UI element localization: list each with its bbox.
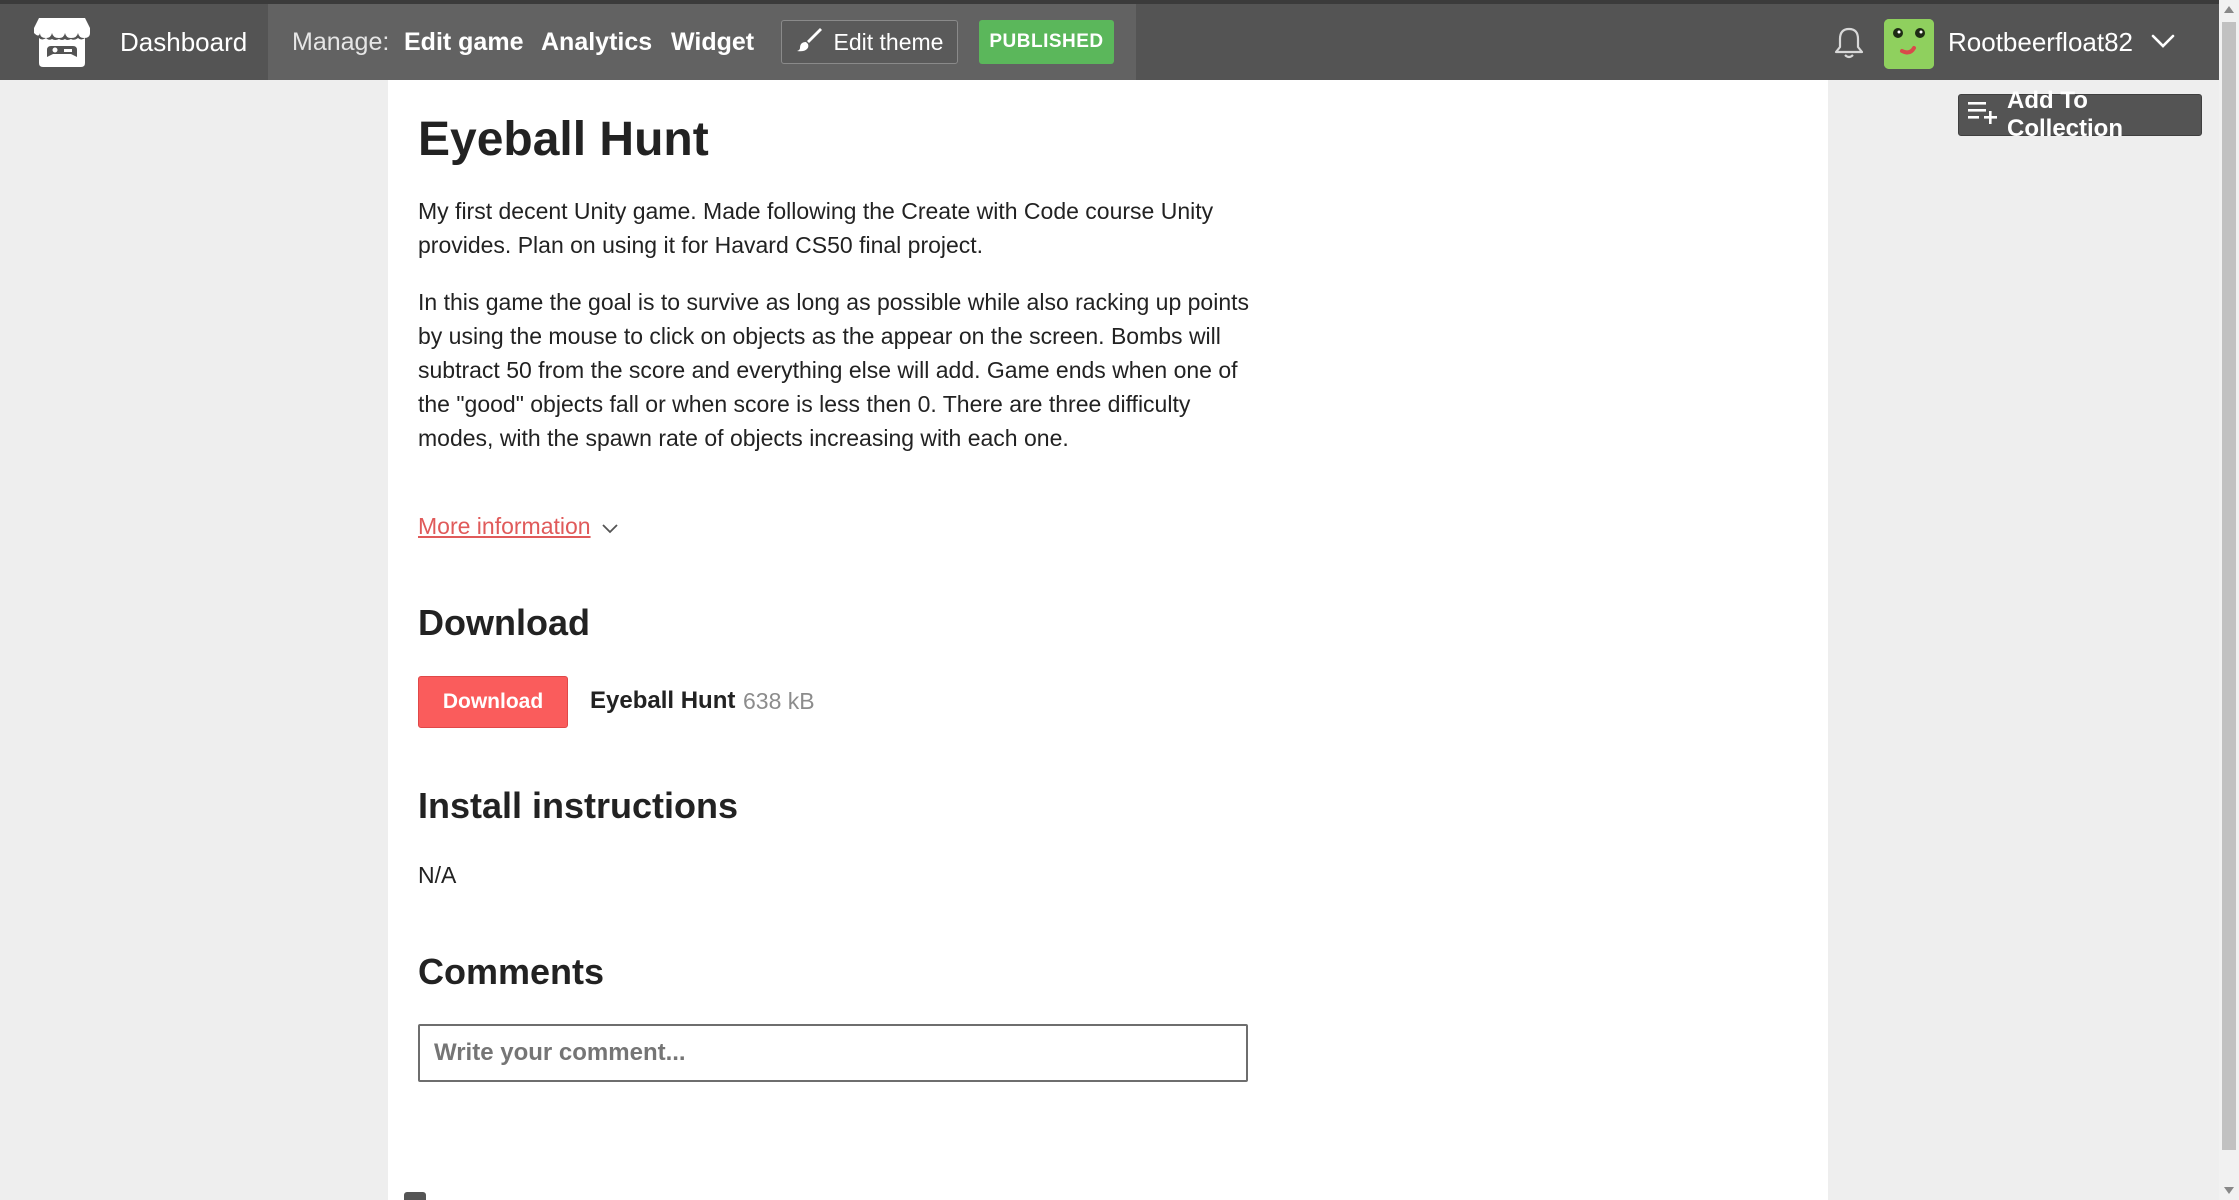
game-page: Eyeball Hunt My first decent Unity game.… <box>388 80 1828 1200</box>
bell-icon[interactable] <box>1833 26 1865 60</box>
chevron-down-icon[interactable] <box>2150 32 2176 50</box>
analytics-link[interactable]: Analytics <box>541 28 652 57</box>
description-paragraph: In this game the goal is to survive as l… <box>418 289 1250 451</box>
top-navigation-bar: Dashboard Manage: Edit game Analytics Wi… <box>0 0 2219 80</box>
comment-input[interactable] <box>418 1024 1248 1082</box>
install-instructions-heading: Install instructions <box>418 785 739 826</box>
itch-logo-icon[interactable] <box>33 16 91 68</box>
username[interactable]: Rootbeerfloat82 <box>1948 4 2133 80</box>
upload-file-name: Eyeball Hunt <box>590 687 736 714</box>
manage-label: Manage: <box>292 27 390 56</box>
avatar[interactable] <box>1884 19 1934 69</box>
upload-file-size: 638 kB <box>743 688 815 714</box>
more-information-toggle[interactable]: More information <box>418 513 619 540</box>
add-to-collection-button[interactable]: Add To Collection <box>1958 87 2202 142</box>
published-status-badge[interactable]: PUBLISHED <box>979 20 1114 64</box>
scroll-down-icon[interactable] <box>2224 1187 2234 1194</box>
description-paragraph: My first decent Unity game. Made followi… <box>418 198 1214 258</box>
scrollbar-thumb[interactable] <box>2222 22 2236 1150</box>
view-more-handle[interactable] <box>404 1192 426 1200</box>
download-heading: Download <box>418 602 590 643</box>
paintbrush-icon <box>796 26 822 58</box>
more-information-label: More information <box>418 513 591 539</box>
page-scrollbar[interactable] <box>2219 0 2239 1200</box>
edit-theme-button[interactable]: Edit theme <box>781 20 958 64</box>
download-button[interactable]: Download <box>418 676 568 728</box>
edit-game-link[interactable]: Edit game <box>404 28 523 57</box>
chevron-down-icon <box>601 513 619 540</box>
add-to-collection-label: Add To Collection <box>2007 87 2124 142</box>
page-title: Eyeball Hunt <box>418 113 709 166</box>
scroll-up-icon[interactable] <box>2224 6 2234 13</box>
widget-link[interactable]: Widget <box>671 28 754 57</box>
comments-heading: Comments <box>418 951 605 992</box>
edit-theme-label: Edit theme <box>833 28 944 55</box>
dashboard-link[interactable]: Dashboard <box>120 4 247 80</box>
install-instructions-text: N/A <box>418 862 457 888</box>
manage-toolbar: Manage: Edit game Analytics Widget Edit … <box>268 4 1136 80</box>
playlist-add-icon <box>1967 99 1999 132</box>
